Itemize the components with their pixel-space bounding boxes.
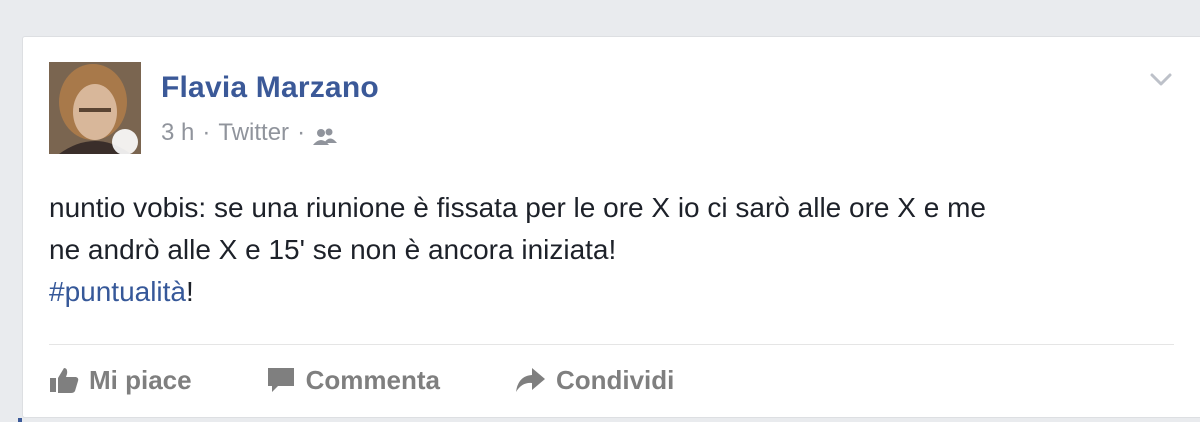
action-bar: Mi piace Commenta Condividi [49, 363, 748, 397]
profile-photo [49, 62, 141, 154]
post-card: Flavia Marzano 3 h · Twitter · nuntio vo… [22, 36, 1200, 418]
avatar[interactable] [49, 62, 141, 154]
comment-label: Commenta [305, 364, 440, 395]
post-options-button[interactable] [1144, 65, 1178, 95]
post-text: nuntio vobis: se una riunione è fissata … [49, 187, 1169, 313]
share-arrow-icon [515, 368, 545, 392]
share-label: Condividi [555, 364, 675, 395]
separator-dot: · [297, 119, 306, 146]
post-text-line: ne andrò alle X e 15' se non è ancora in… [49, 234, 617, 265]
friends-icon[interactable] [313, 125, 338, 145]
hashtag-link[interactable]: #puntualità [49, 276, 186, 307]
divider [49, 344, 1174, 345]
post-meta: 3 h · Twitter · [161, 119, 338, 147]
share-button[interactable]: Condividi [514, 365, 674, 396]
like-button[interactable]: Mi piace [49, 365, 192, 396]
source-label: Twitter [218, 119, 290, 146]
author-name[interactable]: Flavia Marzano [161, 71, 379, 105]
page-bottom-strip [0, 418, 1200, 422]
chevron-down-icon [1150, 73, 1172, 86]
separator-dot: · [202, 119, 211, 146]
hashtag-line: #puntualità! [49, 271, 1169, 313]
thumbs-up-icon [50, 368, 79, 393]
hashtag-suffix: ! [186, 276, 194, 307]
comment-button[interactable]: Commenta [266, 365, 440, 396]
like-label: Mi piace [89, 364, 192, 395]
timestamp[interactable]: 3 h [161, 119, 194, 147]
accent-mark [18, 418, 22, 422]
comment-icon [267, 368, 294, 392]
post-text-line: nuntio vobis: se una riunione è fissata … [49, 192, 986, 223]
